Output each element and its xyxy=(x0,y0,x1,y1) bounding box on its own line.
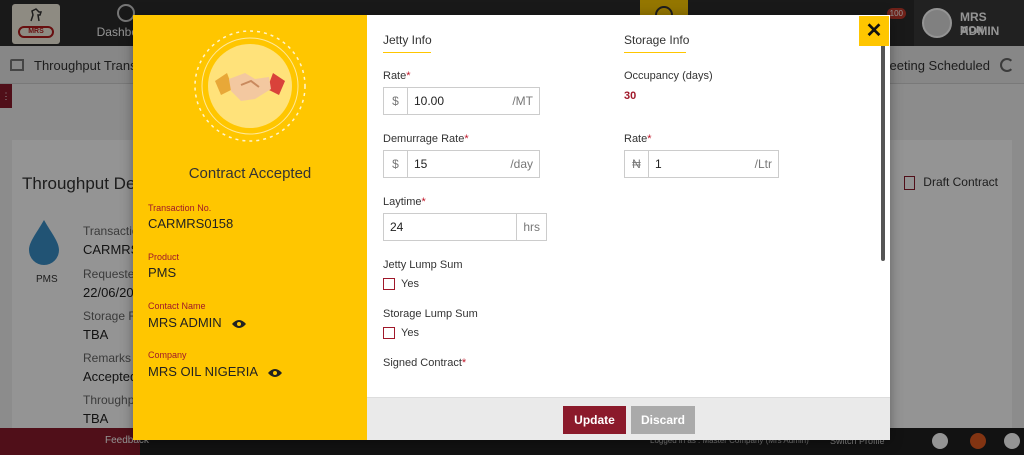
jetty-rate-label: Rate* xyxy=(383,70,411,82)
per-mt-suffix: /MT xyxy=(512,94,533,108)
eye-icon[interactable] xyxy=(231,319,247,329)
jetty-lump-sum-label: Jetty Lump Sum xyxy=(383,259,463,271)
modal-footer: Update Discard xyxy=(367,397,890,440)
laytime-input[interactable]: 24 hrs xyxy=(383,213,547,241)
update-button[interactable]: Update xyxy=(563,406,626,434)
signed-contract-label: Signed Contract* xyxy=(383,357,467,369)
laytime-label: Laytime* xyxy=(383,196,426,208)
jetty-info-underline xyxy=(383,52,431,53)
checkbox-box[interactable] xyxy=(383,327,395,340)
transaction-value: CARMRS0158 xyxy=(148,216,234,231)
contract-status-title: Contract Accepted xyxy=(188,165,312,182)
product-value: PMS xyxy=(148,265,177,280)
contact-value: MRS ADMIN xyxy=(148,315,222,330)
occupancy-label: Occupancy (days) xyxy=(624,70,713,82)
storage-info-underline xyxy=(624,52,686,53)
modal-scrollbar[interactable] xyxy=(881,37,885,261)
occupancy-value: 30 xyxy=(624,90,637,102)
contract-form: Jetty Info Rate* $ 10.00 /MT Demurrage R… xyxy=(367,15,890,397)
demurrage-rate-input[interactable]: $ 15 /day xyxy=(383,150,540,178)
storage-rate-label: Rate* xyxy=(624,133,652,145)
jetty-info-title: Jetty Info xyxy=(383,33,432,47)
demurrage-rate-label: Demurrage Rate* xyxy=(383,133,469,145)
jetty-rate-input[interactable]: $ 10.00 /MT xyxy=(383,87,540,115)
contact-label: Contact Name xyxy=(148,301,206,311)
handshake-icon xyxy=(194,30,306,142)
demurrage-rate-value[interactable]: 15 xyxy=(408,151,504,177)
company-row: MRS OIL NIGERIA xyxy=(148,364,283,379)
naira-prefix: ₦ xyxy=(625,151,649,177)
company-label: Company xyxy=(148,350,187,360)
contract-summary-panel: Contract Accepted Transaction No. CARMRS… xyxy=(133,15,367,440)
checkbox-box[interactable] xyxy=(383,278,395,291)
contract-modal: Contract Accepted Transaction No. CARMRS… xyxy=(133,15,890,440)
product-label: Product xyxy=(148,252,180,262)
storage-rate-input[interactable]: ₦ 1 /Ltr xyxy=(624,150,779,178)
eye-icon[interactable] xyxy=(267,368,283,378)
storage-lump-sum-label: Storage Lump Sum xyxy=(383,308,478,320)
laytime-value[interactable]: 24 xyxy=(384,214,516,240)
storage-lump-sum-checkbox[interactable]: Yes xyxy=(383,327,419,340)
dollar-prefix: $ xyxy=(384,88,408,114)
company-value: MRS OIL NIGERIA xyxy=(148,364,258,379)
jetty-lump-sum-checkbox[interactable]: Yes xyxy=(383,278,419,291)
dollar-prefix: $ xyxy=(384,151,408,177)
checkbox-label: Yes xyxy=(401,278,419,290)
contact-row: MRS ADMIN xyxy=(148,315,247,330)
hours-suffix: hrs xyxy=(516,214,546,240)
per-day-suffix: /day xyxy=(510,157,533,171)
per-litre-suffix: /Ltr xyxy=(754,157,772,171)
storage-rate-value[interactable]: 1 xyxy=(649,151,749,177)
close-button[interactable]: ✕ xyxy=(859,16,889,46)
discard-button[interactable]: Discard xyxy=(631,406,695,434)
storage-info-title: Storage Info xyxy=(624,33,690,47)
transaction-label: Transaction No. xyxy=(148,203,212,213)
jetty-rate-value[interactable]: 10.00 xyxy=(408,88,506,114)
checkbox-label: Yes xyxy=(401,327,419,339)
